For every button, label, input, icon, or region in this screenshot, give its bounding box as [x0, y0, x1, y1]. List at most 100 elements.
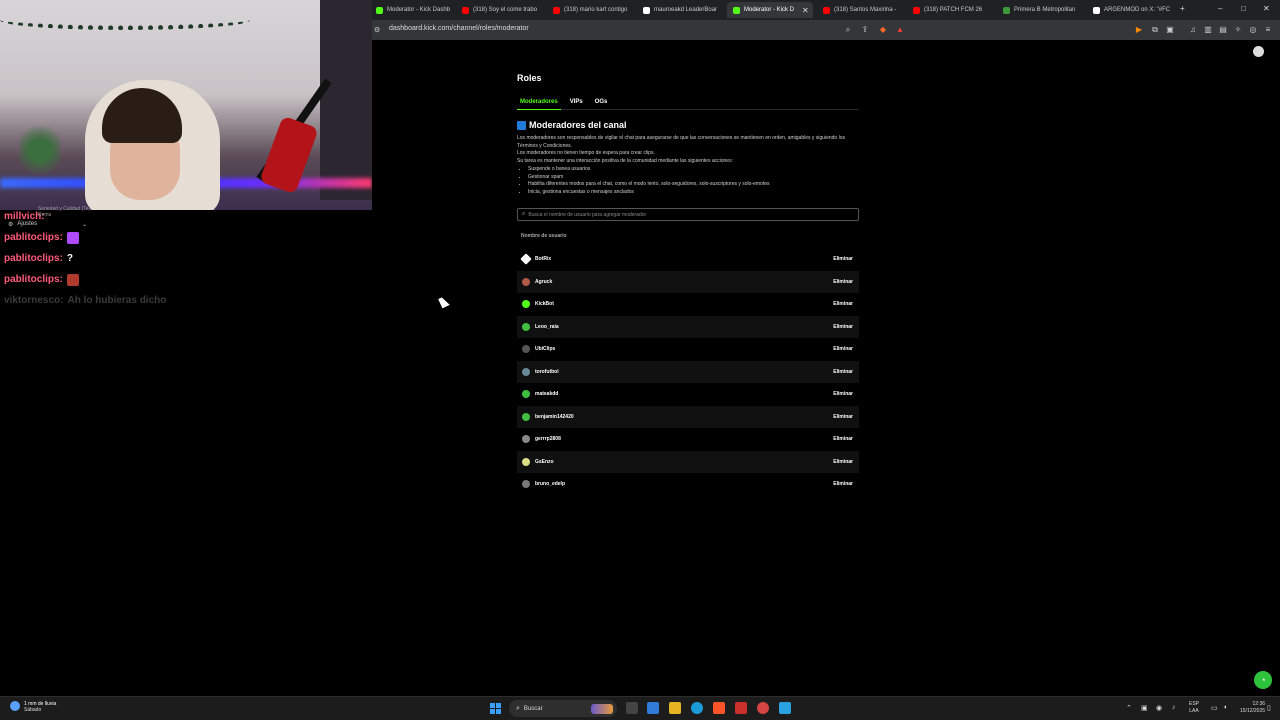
browser-tab[interactable]: (318) Santos Maxinha - — [817, 2, 903, 18]
user-avatar-icon[interactable] — [1253, 46, 1264, 57]
browser-tab-active[interactable]: Moderator - Kick D ✕ — [727, 2, 813, 18]
taskbar-search[interactable]: ⌕ Buscar — [509, 700, 617, 717]
table-row: UbiClips Eliminar — [517, 338, 859, 361]
leo-icon[interactable]: ◎ — [1248, 25, 1258, 35]
minimize-icon[interactable]: – — [1218, 4, 1222, 13]
tray-app-icon[interactable]: ▣ — [1141, 704, 1148, 712]
tab-moderadores[interactable]: Moderadores — [517, 98, 561, 110]
menu-icon[interactable]: ≡ — [1263, 25, 1273, 35]
remove-button[interactable]: Eliminar — [833, 459, 853, 465]
browser-tab[interactable]: (318) PATCH FCM 26 — [907, 2, 993, 18]
browser-tab[interactable]: Primera B Metropolitan — [997, 2, 1083, 18]
volume-icon[interactable]: ◖ — [1223, 704, 1227, 711]
microphone-icon[interactable]: ♪ — [1172, 704, 1176, 711]
clock-date: 15/12/2025 — [1240, 708, 1266, 714]
system-clock[interactable]: 12:36 15/12/2025 — [1240, 701, 1265, 715]
remove-button[interactable]: Eliminar — [833, 301, 853, 307]
site-settings-icon[interactable]: ⚙ — [374, 26, 380, 34]
extension-icon[interactable]: ⧉ — [1150, 25, 1160, 35]
tab-label: Moderator - Kick D — [744, 7, 795, 13]
table-row: Agruck Eliminar — [517, 270, 859, 293]
music-icon[interactable]: ♫ — [1188, 25, 1198, 35]
browser-tab[interactable]: Moderator - Kick Dashb — [370, 2, 452, 18]
section-header: Moderadores del canal — [517, 120, 627, 130]
extension-play-icon[interactable]: ▶ — [1134, 25, 1144, 35]
moderator-name: Agruck — [535, 278, 553, 285]
chat-username: pablitoclips: — [4, 253, 63, 264]
avatar — [522, 367, 530, 376]
role-tabs: Moderadores VIPs OGs — [517, 98, 859, 110]
tab-label: (318) Santos Maxinha - — [834, 7, 897, 13]
close-window-icon[interactable]: ✕ — [1263, 4, 1270, 13]
new-tab-button[interactable]: + — [1180, 4, 1185, 13]
moderator-name: UbiClips — [535, 346, 556, 353]
zoom-icon[interactable]: ⌕ — [843, 25, 853, 35]
browser-tab[interactable]: (318) mario kart contigo — [547, 2, 633, 18]
page-title: Roles — [517, 73, 542, 83]
avatar — [522, 435, 530, 444]
brave-browser-icon[interactable] — [713, 702, 725, 714]
list-item: Inicia, gestiona encuestas o mensajes an… — [528, 189, 859, 197]
tab-label: (318) Soy el come trabo — [473, 7, 538, 13]
tab-label: ARGENMOD on X: "#FC — [1104, 7, 1171, 13]
windows-start-icon[interactable] — [490, 703, 501, 714]
tab-ogs[interactable]: OGs — [592, 98, 611, 110]
edge-browser-icon[interactable] — [691, 702, 703, 714]
tab-favicon-icon — [643, 6, 650, 14]
tab-label: Moderator - Kick Dashb — [387, 7, 451, 13]
remove-button[interactable]: Eliminar — [833, 279, 853, 285]
rewards-icon[interactable]: ▲ — [895, 25, 905, 35]
app-icon[interactable] — [779, 702, 791, 714]
desc-line: Los moderadores son responsables de vigi… — [517, 135, 845, 149]
moderator-name: KickBot — [535, 301, 554, 308]
emote-icon — [66, 273, 79, 286]
browser-tab[interactable]: (318) Soy el come trabo — [456, 2, 540, 18]
maximize-icon[interactable]: □ — [1241, 4, 1246, 13]
url-field[interactable]: dashboard.kick.com/channel/roles/moderat… — [389, 25, 529, 32]
browser-tab[interactable]: mauroeakd LeaderBoar — [637, 2, 723, 18]
tab-vips[interactable]: VIPs — [567, 98, 586, 110]
table-row: gerrrp2808 Eliminar — [517, 428, 859, 451]
chevron-up-icon[interactable]: ⌃ — [1126, 704, 1132, 712]
remove-button[interactable]: Eliminar — [833, 369, 853, 375]
share-icon[interactable]: ⇪ — [860, 25, 870, 35]
search-highlight-image — [591, 703, 613, 714]
network-icon[interactable]: ▭ — [1211, 704, 1218, 712]
table-row: Leoo_raia Eliminar — [517, 315, 859, 338]
moderator-list: BotRix Eliminar Agruck Eliminar KickBot Eli… — [517, 248, 859, 496]
tray-app-icon[interactable]: ◉ — [1156, 704, 1162, 712]
tab-label: mauroeakd LeaderBoar — [654, 7, 718, 13]
remove-button[interactable]: Eliminar — [833, 436, 853, 442]
avatar — [522, 480, 530, 489]
widgets-icon[interactable] — [647, 702, 659, 714]
remove-button[interactable]: Eliminar — [833, 346, 853, 352]
language-layout: LAA — [1189, 708, 1199, 714]
app-icon[interactable] — [757, 702, 769, 714]
vpn-icon[interactable]: ✧ — [1233, 25, 1243, 35]
close-tab-icon[interactable]: ✕ — [802, 6, 809, 15]
support-chat-icon[interactable]: ◔ — [1254, 671, 1272, 689]
tab-favicon-icon — [1093, 6, 1100, 14]
remove-button[interactable]: Eliminar — [833, 481, 853, 487]
chat-message: viktornesco: Ah lo hubieras dicho — [4, 290, 304, 311]
weather-day: Sábado — [24, 707, 42, 713]
file-explorer-icon[interactable] — [669, 702, 681, 714]
language-indicator[interactable]: ESP LAA — [1189, 701, 1199, 715]
search-icon: ⌕ — [522, 211, 526, 217]
extension-icon[interactable]: ▣ — [1165, 25, 1175, 35]
sidebar-icon[interactable]: ▥ — [1203, 25, 1213, 35]
weather-widget[interactable]: 1 mm de lluvia Sábado — [10, 701, 56, 713]
remove-button[interactable]: Eliminar — [833, 414, 853, 420]
brave-shield-icon[interactable]: ◆ — [878, 25, 888, 35]
search-input[interactable] — [528, 211, 849, 218]
wallet-icon[interactable]: ▤ — [1218, 25, 1228, 35]
moderator-name: BotRix — [535, 256, 552, 263]
remove-button[interactable]: Eliminar — [833, 324, 853, 330]
notification-icon[interactable]: ▯ — [1267, 704, 1271, 712]
app-icon[interactable] — [735, 702, 747, 714]
remove-button[interactable]: Eliminar — [833, 256, 853, 262]
remove-button[interactable]: Eliminar — [833, 391, 853, 397]
task-view-icon[interactable] — [626, 702, 638, 714]
tab-favicon-icon — [733, 6, 740, 14]
browser-tab[interactable]: ARGENMOD on X: "#FC — [1087, 2, 1173, 18]
